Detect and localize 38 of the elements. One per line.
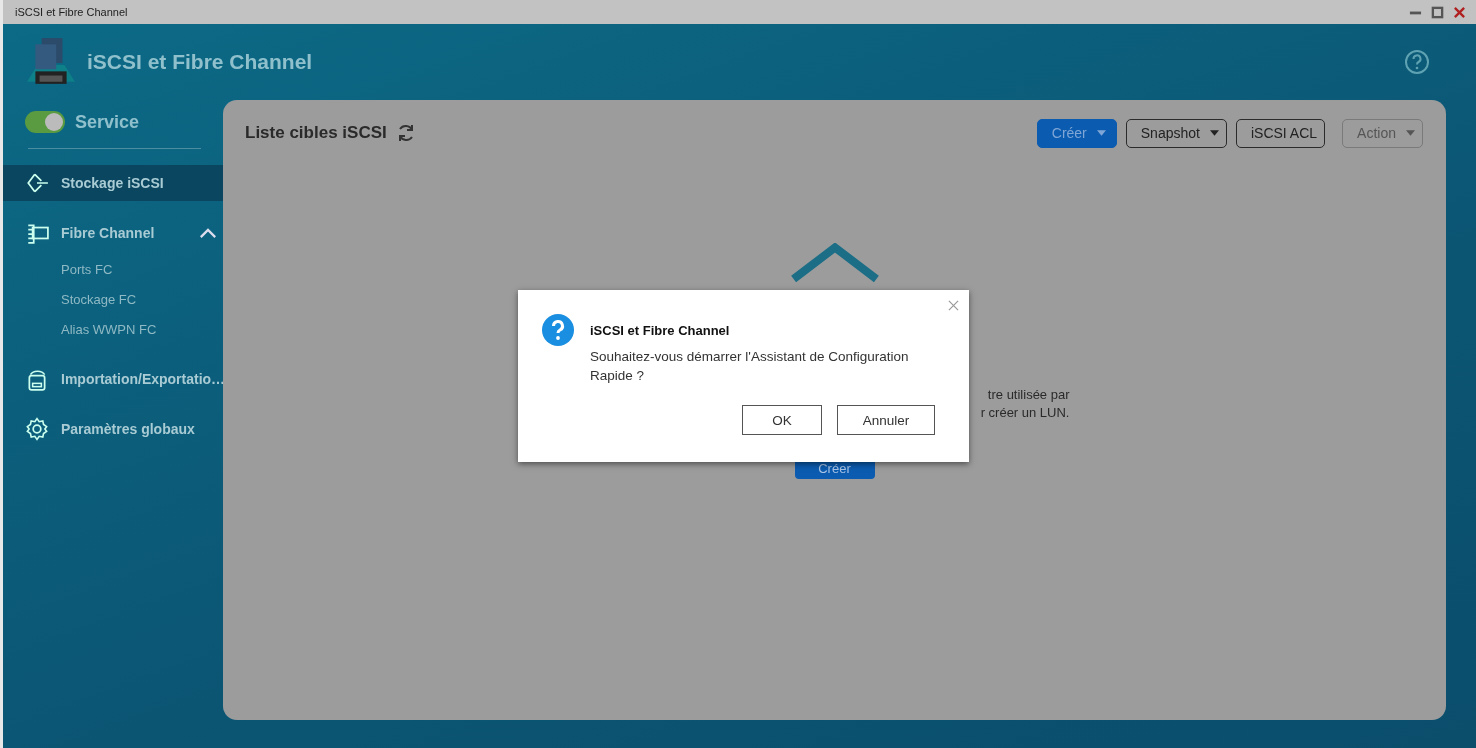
service-toggle[interactable]	[25, 111, 65, 133]
chevron-up-icon[interactable]	[199, 227, 217, 239]
caret-icon	[1406, 130, 1415, 136]
nav-label: Importation/Exportatio…	[61, 371, 226, 387]
disk-icon	[25, 367, 49, 391]
nav-subitem[interactable]: Stockage FC	[3, 285, 223, 315]
toolbar-button[interactable]: Créer	[1036, 118, 1117, 148]
diamond-arrow-icon	[25, 171, 49, 195]
panel-title: Liste cibles iSCSI	[245, 123, 387, 143]
service-label: Service	[75, 111, 140, 133]
maximize-icon[interactable]	[1431, 5, 1444, 19]
app-title: iSCSI et Fibre Channel	[87, 50, 314, 74]
empty-state-text: tre utilisée par	[987, 386, 1070, 404]
nav-item[interactable]: Fibre Channel	[3, 215, 223, 251]
empty-state-text: r créer un LUN.	[980, 404, 1070, 422]
nav-item[interactable]: Stockage iSCSI	[3, 165, 223, 201]
nav-subitem[interactable]: Alias WWPN FC	[3, 315, 223, 345]
nav-label: Fibre Channel	[61, 225, 156, 241]
nav-label: Paramètres globaux	[61, 421, 196, 437]
dialog-button[interactable]: OK	[742, 405, 822, 435]
close-icon[interactable]	[948, 300, 959, 311]
fibre-port-icon	[25, 221, 49, 245]
help-icon[interactable]	[1404, 49, 1430, 75]
nav-item[interactable]: Paramètres globaux	[3, 411, 223, 447]
toolbar-button[interactable]: iSCSI ACL	[1235, 118, 1326, 148]
dialog-message: Souhaitez-vous démarrer l'Assistant de Configuration Rapide ?	[590, 348, 910, 385]
dialog-button[interactable]: Annuler	[837, 405, 935, 435]
nav-item[interactable]: Importation/Exportatio…	[3, 361, 223, 397]
nav-subitem[interactable]: Ports FC	[3, 255, 223, 285]
window-title: iSCSI et Fibre Channel	[15, 6, 128, 18]
nav-label: Stockage iSCSI	[61, 175, 165, 191]
dialog-title: iSCSI et Fibre Channel	[590, 323, 731, 338]
settings-icon	[25, 417, 49, 441]
caret-icon	[1209, 130, 1219, 136]
toolbar-button[interactable]: Snapshot	[1125, 118, 1227, 148]
caret-icon	[1096, 130, 1106, 136]
close-icon[interactable]	[1453, 5, 1466, 19]
question-icon	[542, 314, 574, 346]
